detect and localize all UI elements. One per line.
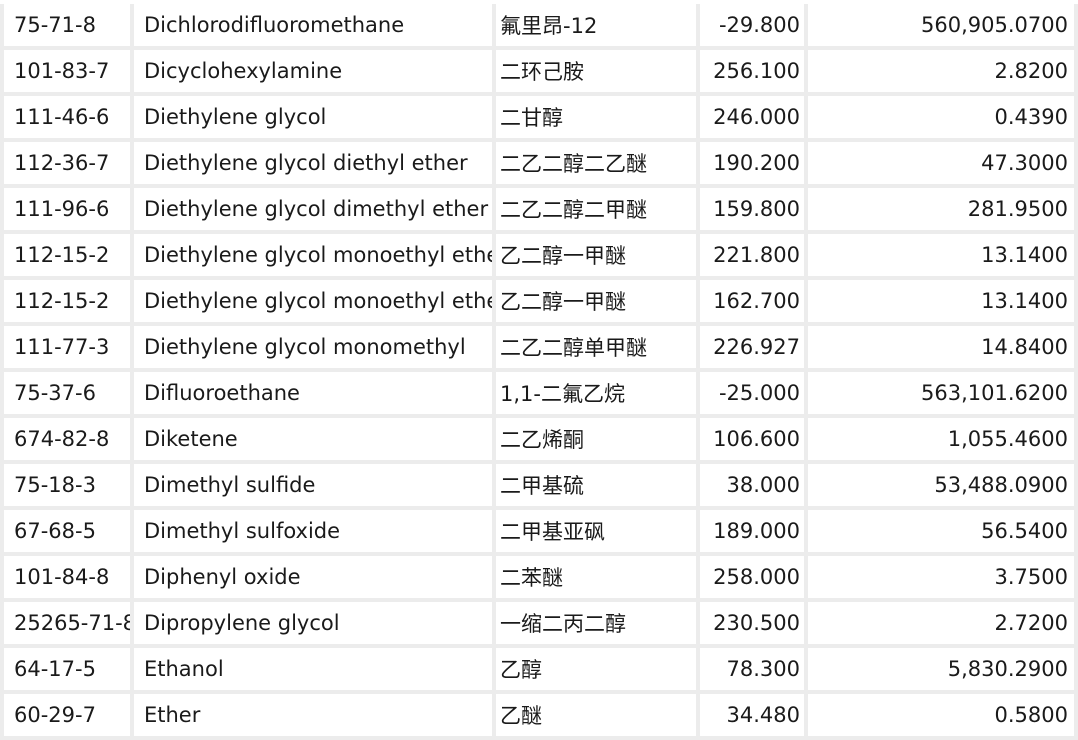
- cas-number-cell: 25265-71-8: [0, 602, 134, 648]
- table-row: 25265-71-8 Dipropylene glycol 一缩二丙二醇 230.50…: [0, 602, 1078, 648]
- value-cell: 563,101.6200: [808, 372, 1078, 418]
- chinese-name-cell: 乙醚: [496, 694, 700, 740]
- cas-number-cell: 75-37-6: [0, 372, 134, 418]
- temperature-cell: 38.000: [700, 464, 808, 510]
- chinese-name-cell: 二乙二醇二甲醚: [496, 188, 700, 234]
- cas-number-cell: 101-84-8: [0, 556, 134, 602]
- chemical-name-cell: Diethylene glycol dimethyl ether: [134, 188, 496, 234]
- temperature-cell: 162.700: [700, 280, 808, 326]
- chemical-name-cell: Difluoroethane: [134, 372, 496, 418]
- temperature-cell: 221.800: [700, 234, 808, 280]
- value-cell: 47.3000: [808, 142, 1078, 188]
- temperature-cell: 256.100: [700, 50, 808, 96]
- temperature-cell: -29.800: [700, 4, 808, 50]
- cas-number-cell: 75-18-3: [0, 464, 134, 510]
- cas-number-cell: 112-36-7: [0, 142, 134, 188]
- value-cell: 281.9500: [808, 188, 1078, 234]
- chemical-name-cell: Ethanol: [134, 648, 496, 694]
- chinese-name-cell: 二甘醇: [496, 96, 700, 142]
- cas-number-cell: 101-83-7: [0, 50, 134, 96]
- chinese-name-cell: 乙醇: [496, 648, 700, 694]
- chinese-name-cell: 氟里昂-12: [496, 4, 700, 50]
- temperature-cell: -25.000: [700, 372, 808, 418]
- cas-number-cell: 111-96-6: [0, 188, 134, 234]
- table-row: 111-77-3 Diethylene glycol monomethyl 二乙二醇…: [0, 326, 1078, 372]
- chinese-name-cell: 二甲基亚砜: [496, 510, 700, 556]
- chinese-name-cell: 1,1-二氟乙烷: [496, 372, 700, 418]
- temperature-cell: 34.480: [700, 694, 808, 740]
- chinese-name-cell: 二乙二醇二乙醚: [496, 142, 700, 188]
- chinese-name-cell: 二乙烯酮: [496, 418, 700, 464]
- chinese-name-cell: 一缩二丙二醇: [496, 602, 700, 648]
- value-cell: 53,488.0900: [808, 464, 1078, 510]
- chemical-name-cell: Diethylene glycol monomethyl: [134, 326, 496, 372]
- temperature-cell: 78.300: [700, 648, 808, 694]
- value-cell: 3.7500: [808, 556, 1078, 602]
- chinese-name-cell: 乙二醇一甲醚: [496, 234, 700, 280]
- chinese-name-cell: 二环己胺: [496, 50, 700, 96]
- cas-number-cell: 60-29-7: [0, 694, 134, 740]
- table-row: 112-15-2 Diethylene glycol monoethyl ethe…: [0, 280, 1078, 326]
- chemical-data-table: 75-71-8 Dichlorodifluoromethane 氟里昂-12 -29.…: [0, 4, 1078, 740]
- cas-number-cell: 111-46-6: [0, 96, 134, 142]
- chemical-name-cell: Dicyclohexylamine: [134, 50, 496, 96]
- table-row: 112-15-2 Diethylene glycol monoethyl ethe…: [0, 234, 1078, 280]
- chemical-name-cell: Diethylene glycol diethyl ether: [134, 142, 496, 188]
- cas-number-cell: 112-15-2: [0, 280, 134, 326]
- chemical-name-cell: Dipropylene glycol: [134, 602, 496, 648]
- value-cell: 2.7200: [808, 602, 1078, 648]
- table-row: 111-96-6 Diethylene glycol dimethyl ether…: [0, 188, 1078, 234]
- table-row: 75-71-8 Dichlorodifluoromethane 氟里昂-12 -29.…: [0, 4, 1078, 50]
- value-cell: 13.1400: [808, 234, 1078, 280]
- cas-number-cell: 111-77-3: [0, 326, 134, 372]
- cas-number-cell: 64-17-5: [0, 648, 134, 694]
- value-cell: 56.5400: [808, 510, 1078, 556]
- table-row: 101-83-7 Dicyclohexylamine 二环己胺 256.100 2.82…: [0, 50, 1078, 96]
- value-cell: 14.8400: [808, 326, 1078, 372]
- table-row: 75-18-3 Dimethyl sulfide 二甲基硫 38.000 53,488.…: [0, 464, 1078, 510]
- temperature-cell: 246.000: [700, 96, 808, 142]
- chemical-name-cell: Dimethyl sulfide: [134, 464, 496, 510]
- value-cell: 0.4390: [808, 96, 1078, 142]
- chemical-name-cell: Dimethyl sulfoxide: [134, 510, 496, 556]
- temperature-cell: 190.200: [700, 142, 808, 188]
- table-row: 674-82-8 Diketene 二乙烯酮 106.600 1,055.4600: [0, 418, 1078, 464]
- value-cell: 560,905.0700: [808, 4, 1078, 50]
- temperature-cell: 258.000: [700, 556, 808, 602]
- chemical-name-cell: Diethylene glycol monoethyl ether: [134, 234, 496, 280]
- chinese-name-cell: 二乙二醇单甲醚: [496, 326, 700, 372]
- chemical-name-cell: Diethylene glycol: [134, 96, 496, 142]
- chemical-name-cell: Ether: [134, 694, 496, 740]
- chinese-name-cell: 乙二醇一甲醚: [496, 280, 700, 326]
- temperature-cell: 226.927: [700, 326, 808, 372]
- table-row: 75-37-6 Difluoroethane 1,1-二氟乙烷 -25.000 563,…: [0, 372, 1078, 418]
- table-row: 64-17-5 Ethanol 乙醇 78.300 5,830.2900: [0, 648, 1078, 694]
- cas-number-cell: 674-82-8: [0, 418, 134, 464]
- chemical-name-cell: Diphenyl oxide: [134, 556, 496, 602]
- cas-number-cell: 75-71-8: [0, 4, 134, 50]
- value-cell: 5,830.2900: [808, 648, 1078, 694]
- table-row: 67-68-5 Dimethyl sulfoxide 二甲基亚砜 189.000 56.…: [0, 510, 1078, 556]
- temperature-cell: 189.000: [700, 510, 808, 556]
- value-cell: 2.8200: [808, 50, 1078, 96]
- table-row: 101-84-8 Diphenyl oxide 二苯醚 258.000 3.7500: [0, 556, 1078, 602]
- value-cell: 1,055.4600: [808, 418, 1078, 464]
- cas-number-cell: 67-68-5: [0, 510, 134, 556]
- table-row: 111-46-6 Diethylene glycol 二甘醇 246.000 0.439…: [0, 96, 1078, 142]
- table-row: 112-36-7 Diethylene glycol diethyl ether 二…: [0, 142, 1078, 188]
- value-cell: 13.1400: [808, 280, 1078, 326]
- cas-number-cell: 112-15-2: [0, 234, 134, 280]
- chinese-name-cell: 二苯醚: [496, 556, 700, 602]
- temperature-cell: 159.800: [700, 188, 808, 234]
- chemical-name-cell: Diketene: [134, 418, 496, 464]
- table-row: 60-29-7 Ether 乙醚 34.480 0.5800: [0, 694, 1078, 740]
- chemical-name-cell: Diethylene glycol monoethyl ether: [134, 280, 496, 326]
- chinese-name-cell: 二甲基硫: [496, 464, 700, 510]
- chemical-name-cell: Dichlorodifluoromethane: [134, 4, 496, 50]
- temperature-cell: 230.500: [700, 602, 808, 648]
- value-cell: 0.5800: [808, 694, 1078, 740]
- temperature-cell: 106.600: [700, 418, 808, 464]
